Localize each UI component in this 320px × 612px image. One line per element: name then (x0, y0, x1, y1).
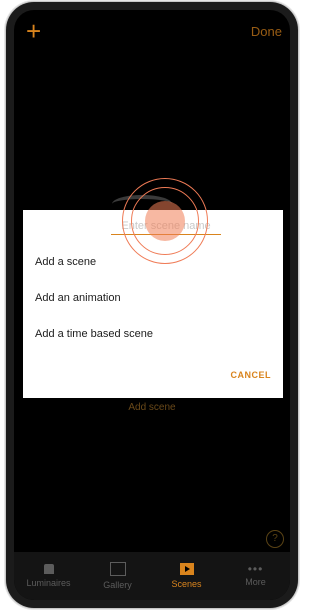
scenes-icon (179, 563, 194, 575)
done-button[interactable]: Done (251, 24, 282, 39)
tab-bar: Luminaires Gallery Scenes ••• More (14, 552, 290, 600)
help-icon[interactable]: ? (266, 530, 284, 548)
option-add-time-based-scene[interactable]: Add a time based scene (35, 328, 153, 340)
lamp-icon (43, 564, 54, 574)
cancel-button[interactable]: CANCEL (231, 370, 272, 380)
option-add-scene[interactable]: Add a scene (35, 256, 96, 268)
tab-label: Scenes (171, 579, 202, 589)
more-icon: ••• (247, 562, 264, 576)
tab-label: Gallery (103, 580, 132, 590)
add-button[interactable]: + (26, 18, 41, 44)
add-scene-link[interactable]: Add scene (14, 402, 290, 413)
tab-scenes[interactable]: Scenes (152, 552, 221, 600)
tab-luminaires[interactable]: Luminaires (14, 552, 83, 600)
gallery-icon (109, 562, 126, 576)
tab-gallery[interactable]: Gallery (83, 552, 152, 600)
tab-label: More (245, 577, 266, 587)
option-add-animation[interactable]: Add an animation (35, 292, 121, 304)
top-bar: + Done (14, 18, 290, 48)
tab-label: Luminaires (26, 578, 71, 588)
tab-more[interactable]: ••• More (221, 552, 290, 600)
touch-indicator-dot (145, 201, 185, 241)
